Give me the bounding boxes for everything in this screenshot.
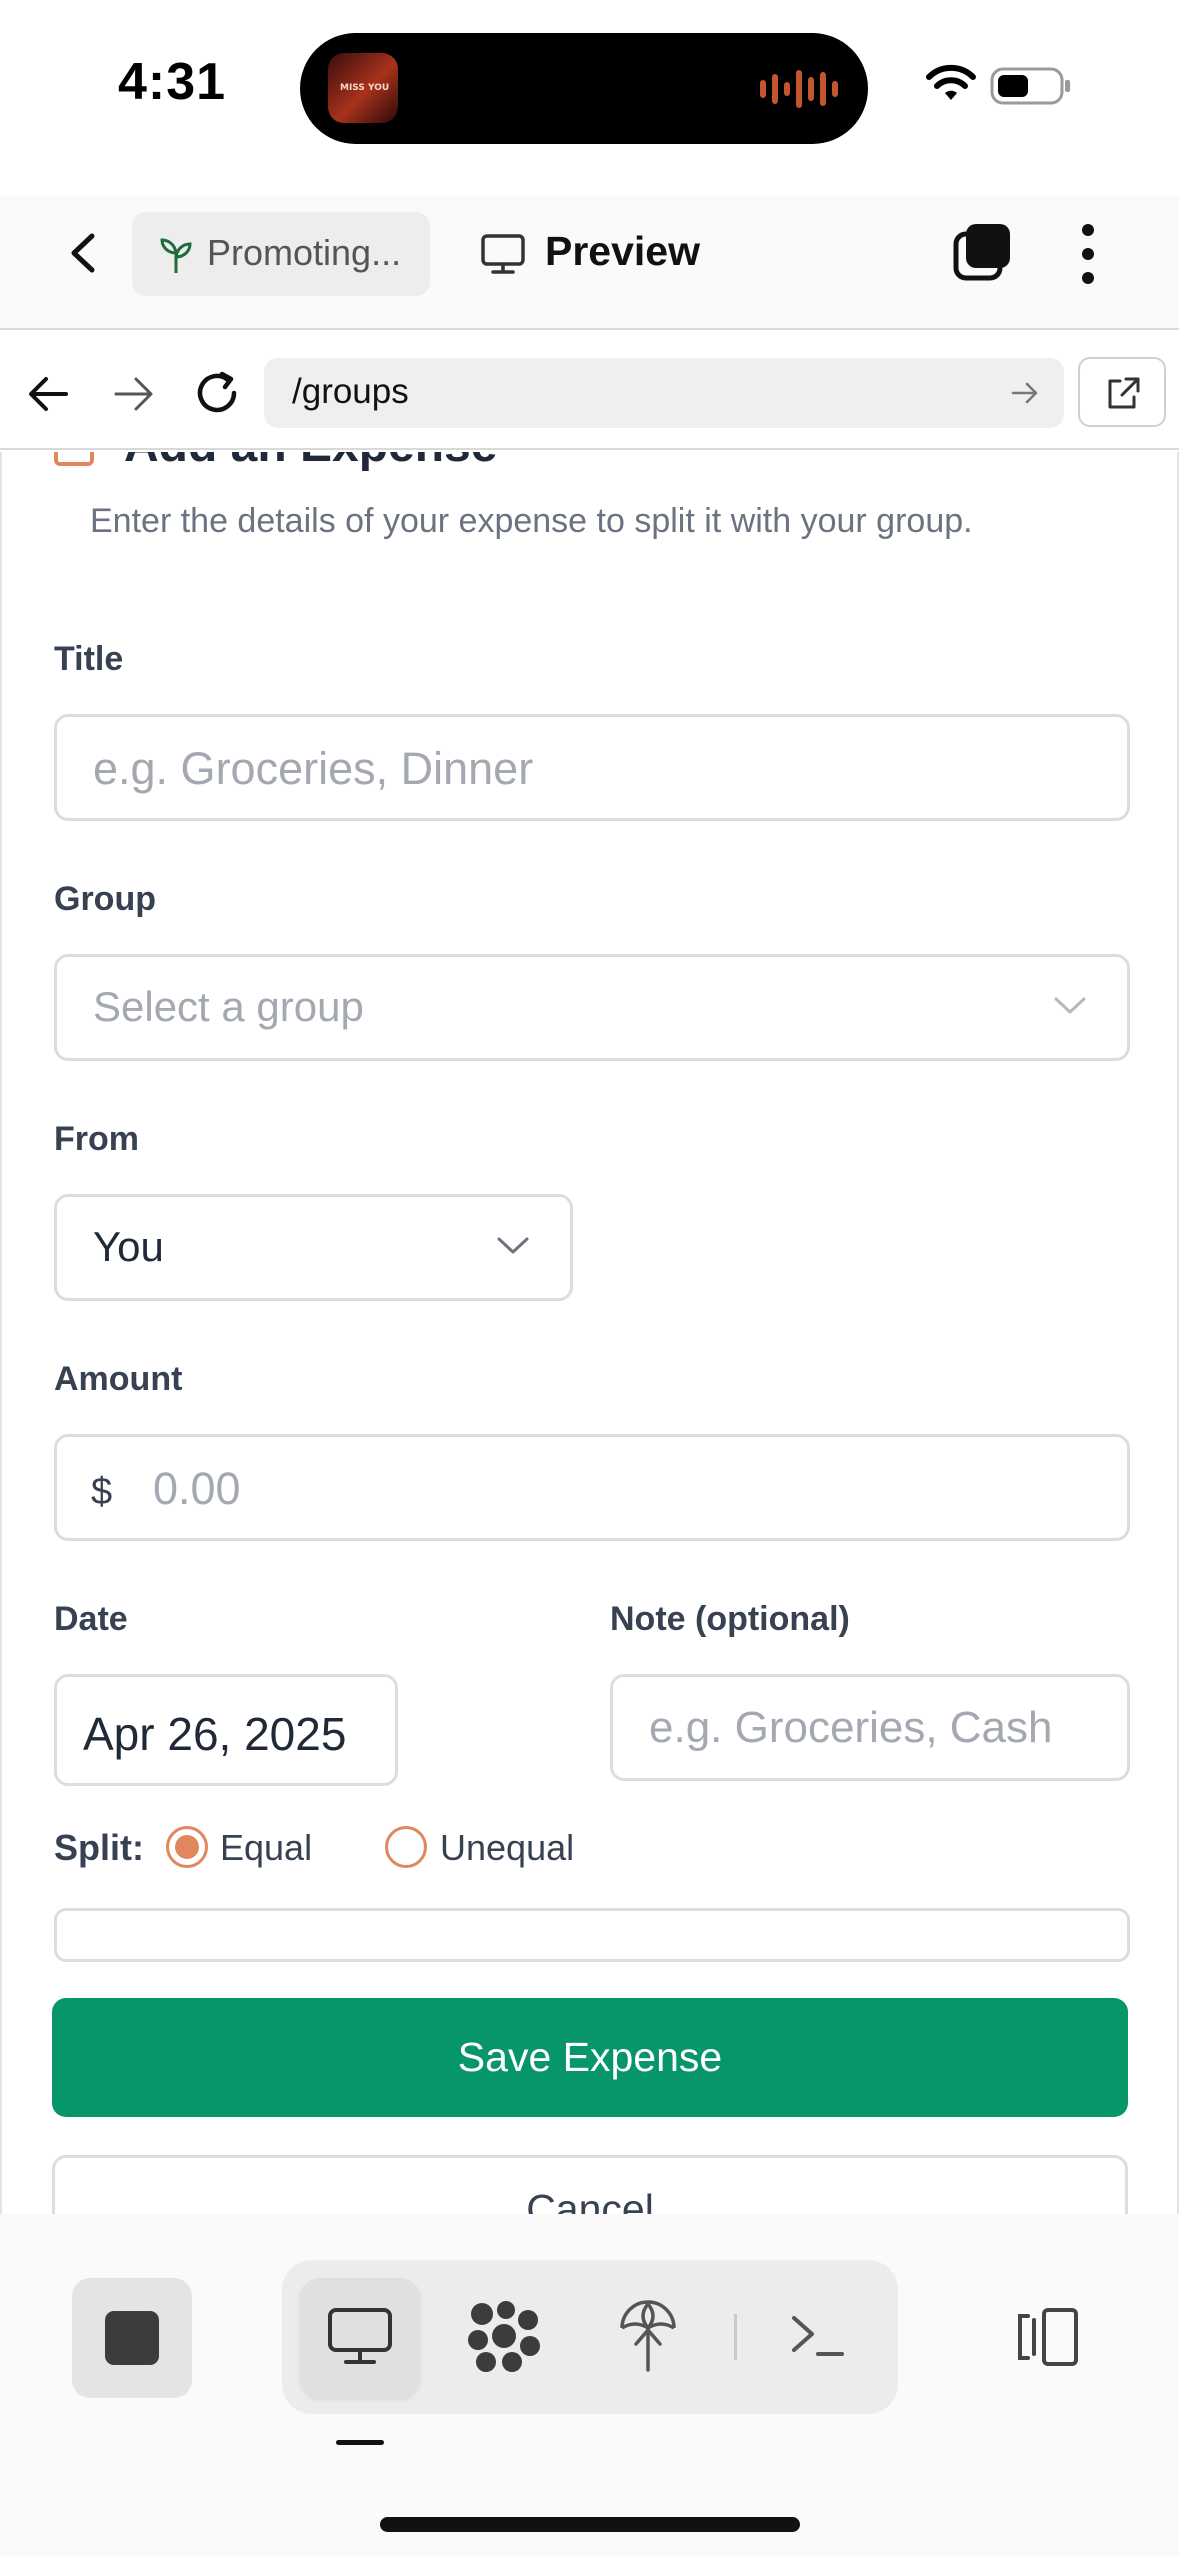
publish-icon[interactable]: [618, 2298, 678, 2374]
title-label: Title: [54, 640, 124, 678]
toolbar-divider: [734, 2314, 737, 2360]
save-expense-button[interactable]: Save Expense: [52, 1998, 1128, 2117]
stop-icon: [105, 2311, 159, 2365]
monitor-icon: [481, 234, 525, 274]
title-placeholder: e.g. Groceries, Dinner: [93, 743, 534, 794]
title-input[interactable]: e.g. Groceries, Dinner: [54, 714, 1130, 821]
form-description: Enter the details of your expense to spl…: [90, 502, 973, 540]
date-label: Date: [54, 1600, 128, 1638]
more-vertical-icon[interactable]: [1076, 222, 1100, 286]
home-indicator[interactable]: [380, 2517, 800, 2532]
go-arrow-icon[interactable]: [1010, 378, 1040, 408]
preview-tab[interactable]: Preview: [545, 228, 700, 275]
note-label: Note (optional): [610, 1600, 850, 1638]
expense-heading-icon: [54, 452, 94, 466]
group-placeholder: Select a group: [93, 983, 364, 1030]
from-label: From: [54, 1120, 139, 1158]
back-chevron-icon[interactable]: [60, 228, 110, 278]
reload-icon[interactable]: [192, 368, 242, 418]
battery-icon: [990, 67, 1070, 105]
album-art: MISS YOU: [328, 53, 398, 123]
terminal-icon[interactable]: [788, 2310, 846, 2362]
chevron-down-icon: [1054, 997, 1086, 1014]
date-value: Apr 26, 2025: [83, 1708, 347, 1760]
split-unequal-label: Unequal: [440, 1827, 575, 1868]
tabs-icon[interactable]: [952, 222, 1012, 282]
nodes-icon[interactable]: [466, 2300, 542, 2374]
wifi-icon: [926, 64, 976, 100]
arrow-left-icon[interactable]: [26, 374, 70, 414]
amount-input[interactable]: $ 0.00: [54, 1434, 1130, 1541]
split-equal-label: Equal: [220, 1827, 313, 1868]
arrow-right-icon[interactable]: [112, 374, 156, 414]
page-content: Add an Expense Enter the details of your…: [0, 452, 1179, 2214]
chevron-down-icon: [497, 1237, 529, 1254]
from-value: You: [93, 1223, 164, 1270]
album-art-text: MISS YOU: [340, 83, 390, 93]
form-heading: Add an Expense: [124, 452, 497, 473]
status-time: 4:31: [118, 53, 227, 111]
split-label: Split:: [54, 1827, 144, 1868]
date-input[interactable]: Apr 26, 2025: [54, 1674, 398, 1786]
sprout-icon: [160, 238, 192, 273]
url-text: /groups: [292, 372, 409, 411]
note-placeholder: e.g. Groceries, Cash: [649, 1703, 1053, 1752]
group-label: Group: [54, 880, 156, 918]
active-tab-underline: [336, 2440, 384, 2445]
device-layout-icon[interactable]: [1010, 2306, 1082, 2368]
group-select[interactable]: Select a group: [54, 954, 1130, 1061]
audio-wave-icon: [760, 69, 838, 109]
amount-placeholder: 0.00: [153, 1463, 241, 1514]
dynamic-island[interactable]: MISS YOU: [300, 33, 868, 144]
amount-label: Amount: [54, 1360, 183, 1398]
external-link-icon: [1108, 377, 1140, 409]
split-unequal-radio[interactable]: [385, 1826, 427, 1868]
desktop-icon: [328, 2308, 392, 2364]
currency-symbol: $: [91, 1471, 113, 1513]
split-equal-radio[interactable]: [166, 1826, 208, 1868]
note-input[interactable]: e.g. Groceries, Cash: [610, 1674, 1130, 1781]
from-select[interactable]: You: [54, 1194, 573, 1301]
project-chip-label: Promoting...: [207, 232, 402, 273]
split-details-box: [54, 1908, 1130, 1962]
open-external-button[interactable]: [1078, 357, 1166, 427]
